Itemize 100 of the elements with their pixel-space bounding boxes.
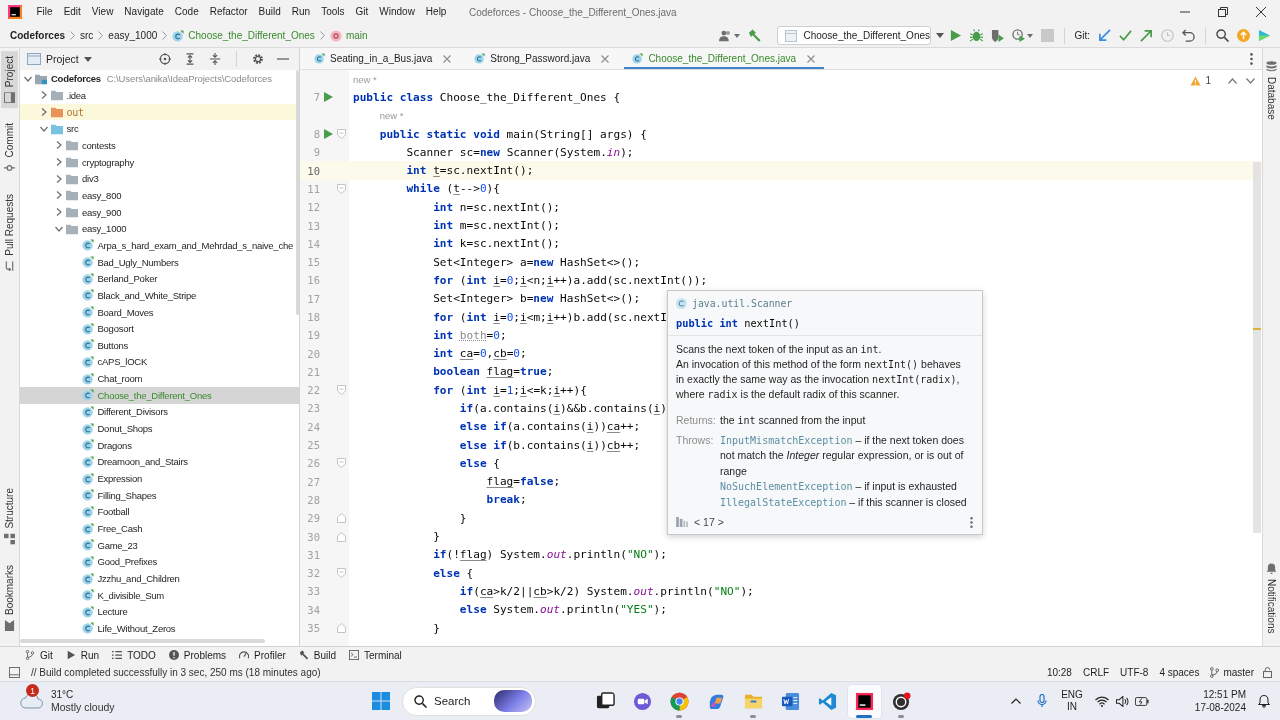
- more-icon[interactable]: [970, 516, 973, 528]
- temperature[interactable]: 31°C: [51, 688, 115, 701]
- tree-item[interactable]: easy_800: [20, 187, 299, 204]
- scrollbar-thumb[interactable]: [1253, 162, 1261, 533]
- tool-window-tab[interactable]: Run: [65, 649, 100, 661]
- tree-item[interactable]: Buttons: [20, 337, 299, 354]
- tree-item[interactable]: Filling_Shapes: [20, 486, 299, 504]
- tree-item[interactable]: Game_23: [20, 536, 299, 554]
- close-icon[interactable]: [1256, 7, 1266, 17]
- status-widget[interactable]: 10:28: [1046, 666, 1072, 678]
- search-icon[interactable]: [1216, 29, 1229, 42]
- tree-item[interactable]: div3: [20, 170, 299, 188]
- breadcrumb[interactable]: Codeforces: [10, 30, 65, 41]
- caret-icon[interactable]: [1027, 33, 1034, 38]
- tree-item[interactable]: easy_900: [20, 203, 299, 221]
- tree-item[interactable]: cAPS_lOCK: [20, 353, 299, 371]
- branch-widget[interactable]: master: [1210, 666, 1254, 678]
- tool-window-tab[interactable]: Bookmarks: [1, 560, 18, 636]
- editor-tab[interactable]: Choose_the_Different_Ones.java: [624, 48, 825, 69]
- chevron-up-icon[interactable]: [1011, 698, 1022, 704]
- coverage-icon[interactable]: [991, 29, 1005, 42]
- chevron-right-icon[interactable]: [39, 91, 48, 100]
- menu-item[interactable]: Help: [420, 4, 452, 20]
- input-language[interactable]: ENG IN: [1061, 689, 1083, 713]
- tree-item[interactable]: Expression: [20, 470, 299, 487]
- settings-icon[interactable]: [252, 53, 264, 65]
- chevron-right-icon[interactable]: [55, 158, 63, 167]
- crosshair-icon[interactable]: [159, 53, 171, 65]
- chevron-right-icon[interactable]: [55, 141, 63, 150]
- tool-window-tab[interactable]: Git: [25, 649, 53, 661]
- chevron-down-icon[interactable]: [55, 224, 63, 233]
- task-view-icon[interactable]: [595, 691, 615, 711]
- run-icon[interactable]: [323, 129, 333, 140]
- weather-condition[interactable]: Mostly cloudy: [51, 701, 115, 714]
- run-icon[interactable]: [949, 29, 963, 42]
- problem-count[interactable]: 1: [1205, 75, 1211, 86]
- tree-item[interactable]: Bad_Ugly_Numbers: [20, 253, 299, 271]
- menu-item[interactable]: Build: [253, 4, 287, 20]
- tree-item[interactable]: Dreamoon_and_Stairs: [20, 453, 299, 471]
- tool-window-tab[interactable]: Notifications: [1263, 557, 1280, 638]
- chevron-right-icon[interactable]: [55, 208, 63, 217]
- arrow-up-right-icon[interactable]: [1140, 29, 1153, 42]
- tool-window-tab[interactable]: Build: [298, 649, 337, 661]
- status-widget[interactable]: CRLF: [1082, 666, 1110, 678]
- start-icon[interactable]: [372, 692, 390, 710]
- menu-item[interactable]: Run: [286, 4, 316, 20]
- collapse-all-icon[interactable]: [209, 53, 221, 65]
- tree-item[interactable]: Board_Moves: [20, 303, 299, 321]
- tree-item[interactable]: Arpa_s_hard_exam_and_Mehrdad_s_naive_che: [20, 237, 299, 254]
- record-icon[interactable]: [891, 691, 911, 711]
- menu-item[interactable]: Code: [169, 4, 205, 20]
- tool-window-tab[interactable]: Terminal: [349, 649, 402, 661]
- clock[interactable]: 12:51 PM 17-08-2024: [1194, 688, 1246, 714]
- status-widget[interactable]: UTF-8: [1120, 666, 1149, 678]
- editor-tab[interactable]: Seating_in_a_Bus.java: [306, 48, 461, 69]
- code-editor-icon[interactable]: [817, 691, 837, 711]
- chevron-down-icon[interactable]: [39, 124, 48, 133]
- tree-item[interactable]: Chat_room: [20, 370, 299, 387]
- tree-item[interactable]: Donut_Shops: [20, 420, 299, 437]
- microphone-icon[interactable]: [1037, 694, 1048, 708]
- chevron-down-icon[interactable]: [1246, 77, 1255, 84]
- version-navigator[interactable]: < 17 >: [694, 516, 724, 528]
- exception-link[interactable]: NoSuchElementException: [720, 481, 853, 492]
- menu-item[interactable]: Edit: [58, 4, 87, 20]
- speaker-icon[interactable]: [1114, 695, 1129, 707]
- caret-icon[interactable]: [734, 33, 741, 38]
- caret-icon[interactable]: [83, 56, 92, 62]
- lock-icon[interactable]: [1263, 666, 1272, 678]
- tool-window-tab[interactable]: Pull Requests: [1, 188, 18, 277]
- chevron-right-icon[interactable]: [55, 191, 63, 200]
- expand-all-icon[interactable]: [184, 53, 196, 65]
- editor-tab[interactable]: Strong_Password.java: [466, 48, 619, 69]
- document-icon[interactable]: [780, 691, 800, 711]
- status-widget[interactable]: 4 spaces: [1159, 666, 1200, 678]
- tree-item[interactable]: Bogosort: [20, 320, 299, 337]
- scrollbar-thumb[interactable]: [296, 70, 299, 315]
- wifi-icon[interactable]: [1094, 695, 1109, 707]
- exception-link[interactable]: IllegalStateException: [720, 496, 847, 508]
- hammer-icon[interactable]: [748, 29, 762, 42]
- menu-item[interactable]: Window: [373, 4, 421, 20]
- arrow-down-left-icon[interactable]: [1098, 29, 1111, 42]
- browser-icon[interactable]: [669, 691, 689, 711]
- tree-item[interactable]: cryptography: [20, 153, 299, 171]
- tree-item[interactable]: Dragons: [20, 436, 299, 454]
- cloud-icon[interactable]: [20, 693, 44, 709]
- more-icon[interactable]: [1250, 52, 1253, 65]
- tree-item[interactable]: Free_Cash: [20, 520, 299, 537]
- tree-item[interactable]: Different_Divisors: [20, 403, 299, 421]
- tree-item[interactable]: easy_1000: [20, 220, 299, 238]
- search-highlight-illustration[interactable]: [494, 690, 532, 712]
- chat-icon[interactable]: [632, 691, 652, 711]
- panel-title[interactable]: Project: [46, 53, 79, 65]
- tree-item[interactable]: Lecture: [20, 603, 299, 621]
- tree-item[interactable]: Life_Without_Zeros: [20, 620, 299, 637]
- menu-item[interactable]: Git: [350, 4, 374, 20]
- tree-item[interactable]: K_divisible_Sum: [20, 586, 299, 604]
- profiler-icon[interactable]: [1012, 29, 1026, 42]
- breadcrumb[interactable]: src: [80, 30, 94, 41]
- tree-item[interactable]: Codeforces C:\Users\anika\IdeaProjects\Codeforces: [20, 70, 299, 88]
- tree-item[interactable]: Berland_Poker: [20, 270, 299, 288]
